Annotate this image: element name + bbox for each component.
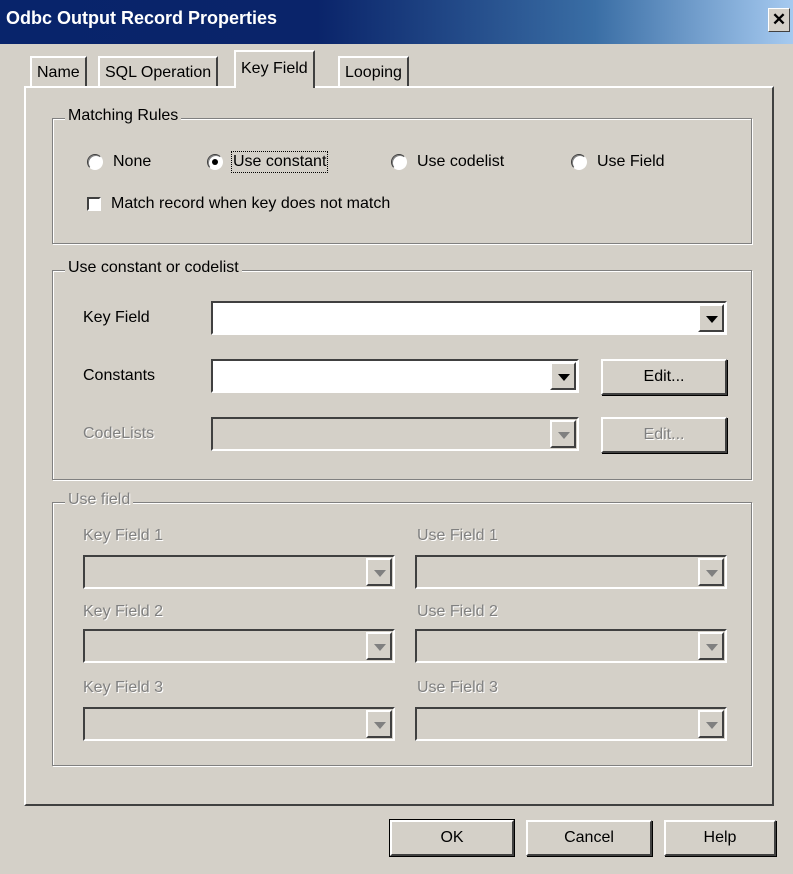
window-title: Odbc Output Record Properties (6, 8, 278, 28)
radio-use-constant-label: Use constant (230, 151, 329, 173)
codelists-combo (211, 417, 579, 451)
chevron-down-icon (366, 710, 392, 738)
use-field-2-combo (415, 629, 727, 663)
chevron-down-icon[interactable] (698, 304, 724, 332)
constants-combo[interactable] (211, 359, 579, 393)
constant-codelist-group: Use constant or codelist Key Field Const… (52, 259, 752, 480)
radio-use-codelist-label: Use codelist (417, 153, 505, 170)
ok-button[interactable]: OK (389, 819, 515, 857)
key-field-label: Key Field (83, 309, 150, 326)
radio-use-field-label: Use Field (597, 153, 665, 170)
radio-use-field[interactable]: Use Field (571, 153, 665, 171)
use-field-1-combo (415, 555, 727, 589)
use-field-group: Use field Key Field 1 Use Field 1 Key Fi… (52, 491, 752, 766)
chevron-down-icon (698, 558, 724, 586)
chevron-down-icon (550, 420, 576, 448)
codelists-edit-button: Edit... (601, 417, 727, 453)
tab-looping[interactable]: Looping (338, 56, 409, 88)
radio-use-constant[interactable]: Use constant (207, 151, 329, 173)
key-field-1-combo (83, 555, 395, 589)
match-record-checkbox[interactable]: Match record when key does not match (87, 195, 390, 213)
matching-rules-group: Matching Rules None Use constant Use cod… (52, 107, 752, 244)
radio-use-codelist[interactable]: Use codelist (391, 153, 504, 171)
key-field-1-label: Key Field 1 (83, 527, 164, 544)
tab-key-field[interactable]: Key Field (234, 50, 315, 88)
constant-codelist-legend: Use constant or codelist (65, 259, 242, 277)
radio-none[interactable]: None (87, 153, 151, 171)
tab-name[interactable]: Name (30, 56, 87, 88)
use-field-3-combo (415, 707, 727, 741)
use-field-1-label: Use Field 1 (417, 527, 498, 544)
help-button[interactable]: Help (664, 820, 776, 856)
chevron-down-icon (698, 632, 724, 660)
match-record-checkbox-box[interactable] (87, 197, 101, 211)
use-field-3-label: Use Field 3 (417, 679, 498, 696)
close-icon: ✕ (771, 10, 787, 29)
key-field-combo[interactable] (211, 301, 727, 335)
match-record-checkbox-label: Match record when key does not match (111, 195, 391, 212)
radio-use-constant-indicator[interactable] (207, 154, 223, 170)
constants-edit-button[interactable]: Edit... (601, 359, 727, 395)
key-field-tab-panel: Matching Rules None Use constant Use cod… (24, 86, 774, 806)
key-field-3-combo (83, 707, 395, 741)
key-field-2-combo (83, 629, 395, 663)
radio-none-indicator[interactable] (87, 154, 103, 170)
chevron-down-icon (366, 558, 392, 586)
radio-use-codelist-indicator[interactable] (391, 154, 407, 170)
key-field-3-label: Key Field 3 (83, 679, 164, 696)
constants-label: Constants (83, 367, 156, 384)
tab-sql-operation[interactable]: SQL Operation (98, 56, 219, 88)
chevron-down-icon (366, 632, 392, 660)
codelists-label: CodeLists (83, 425, 155, 442)
radio-none-label: None (113, 153, 152, 170)
key-field-2-label: Key Field 2 (83, 603, 164, 620)
radio-use-field-indicator[interactable] (571, 154, 587, 170)
use-field-legend: Use field (65, 491, 134, 509)
cancel-button[interactable]: Cancel (526, 820, 652, 856)
title-bar[interactable]: Odbc Output Record Properties ✕ (0, 0, 793, 44)
use-field-2-label: Use Field 2 (417, 603, 498, 620)
properties-dialog: Odbc Output Record Properties ✕ Name SQL… (0, 0, 793, 874)
matching-rules-legend: Matching Rules (65, 107, 182, 125)
chevron-down-icon[interactable] (550, 362, 576, 390)
chevron-down-icon (698, 710, 724, 738)
radio-selected-dot (212, 159, 218, 165)
close-button[interactable]: ✕ (768, 8, 790, 32)
